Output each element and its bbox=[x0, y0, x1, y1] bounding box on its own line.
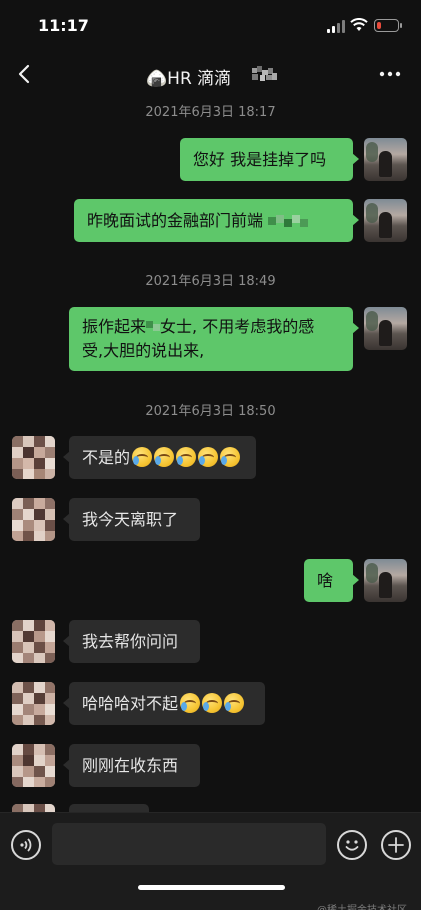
message-bubble-outgoing[interactable]: 啥 bbox=[304, 559, 359, 602]
message-text: 受,大胆的说出来, bbox=[82, 341, 205, 360]
message-bubble-incoming[interactable]: 哈哈哈对不起 bbox=[63, 682, 265, 725]
cellular-signal-icon bbox=[327, 20, 345, 33]
message-text: 昨晚面试的金融部门前端 bbox=[87, 211, 264, 230]
watermark: @稀土掘金技术社区 bbox=[317, 901, 407, 910]
avatar-hr[interactable] bbox=[12, 498, 55, 541]
message-text: 您好 我是挂掉了吗 bbox=[193, 150, 327, 169]
laugh-cry-emoji-icon bbox=[224, 693, 245, 713]
plus-icon[interactable] bbox=[381, 830, 411, 860]
battery-level bbox=[376, 21, 381, 29]
status-bar: 11:17 bbox=[0, 0, 421, 50]
message-text: 不是的 bbox=[82, 448, 131, 467]
timestamp: 2021年6月3日 18:49 bbox=[145, 274, 276, 289]
laugh-cry-emoji-icon bbox=[176, 447, 197, 467]
message-text: 啥 bbox=[317, 571, 334, 590]
status-time: 11:17 bbox=[38, 16, 89, 35]
redacted-text-mosaic bbox=[146, 321, 161, 331]
avatar-hr[interactable] bbox=[12, 744, 55, 787]
redacted-name-mosaic bbox=[252, 66, 277, 81]
avatar-self[interactable] bbox=[364, 138, 407, 181]
laugh-cry-emoji-icon bbox=[202, 693, 223, 713]
message-bubble-incoming[interactable]: 我去帮你问问 bbox=[63, 620, 200, 663]
message-bubble-outgoing[interactable]: 振作起来 女士, 不用考虑我的感 受,大胆的说出来, bbox=[69, 307, 359, 371]
message-bubble-outgoing[interactable]: 昨晚面试的金融部门前端 bbox=[74, 199, 359, 242]
home-indicator[interactable] bbox=[138, 885, 285, 890]
message-text: 刚刚在收东西 bbox=[82, 756, 179, 775]
ellipsis-icon[interactable] bbox=[378, 66, 402, 82]
laugh-cry-emoji-icon bbox=[154, 447, 175, 467]
avatar-self[interactable] bbox=[364, 199, 407, 242]
voice-icon[interactable] bbox=[11, 830, 41, 860]
laugh-cry-emoji-icon bbox=[198, 447, 219, 467]
redacted-text-mosaic bbox=[268, 215, 309, 227]
message-bubble-incoming[interactable]: 我今天离职了 bbox=[63, 498, 200, 541]
message-bubble-incoming[interactable]: 刚刚在收东西 bbox=[63, 744, 200, 787]
timestamp: 2021年6月3日 18:50 bbox=[145, 404, 276, 419]
chat-input-bar: @稀土掘金技术社区 bbox=[0, 812, 421, 910]
chevron-left-icon[interactable] bbox=[14, 62, 36, 86]
laugh-cry-emoji-icon bbox=[220, 447, 241, 467]
avatar-self[interactable] bbox=[364, 559, 407, 602]
avatar-self[interactable] bbox=[364, 307, 407, 350]
smiley-icon[interactable] bbox=[337, 830, 367, 860]
timestamp: 2021年6月3日 18:17 bbox=[145, 105, 276, 120]
battery-icon bbox=[374, 19, 402, 32]
message-text: 哈哈哈对不起 bbox=[82, 694, 179, 713]
avatar-hr[interactable] bbox=[12, 436, 55, 479]
message-bubble-outgoing[interactable]: 您好 我是挂掉了吗 bbox=[180, 138, 359, 181]
message-bubble-incoming[interactable]: 不是的 bbox=[63, 436, 256, 479]
laugh-cry-emoji-icon bbox=[180, 693, 201, 713]
message-text: 女士, 不用考虑我的感 bbox=[160, 317, 315, 336]
wifi-icon bbox=[350, 18, 368, 31]
chat-header: 🍙HR 滴滴 bbox=[0, 50, 421, 98]
avatar-hr[interactable] bbox=[12, 620, 55, 663]
avatar-hr[interactable] bbox=[12, 682, 55, 725]
message-text: 我去帮你问问 bbox=[82, 632, 179, 651]
message-input[interactable] bbox=[52, 823, 326, 865]
message-text: 振作起来 bbox=[82, 317, 147, 336]
message-text: 我今天离职了 bbox=[82, 510, 179, 529]
laugh-cry-emoji-icon bbox=[132, 447, 153, 467]
chat-title: 🍙HR 滴滴 bbox=[146, 69, 232, 89]
